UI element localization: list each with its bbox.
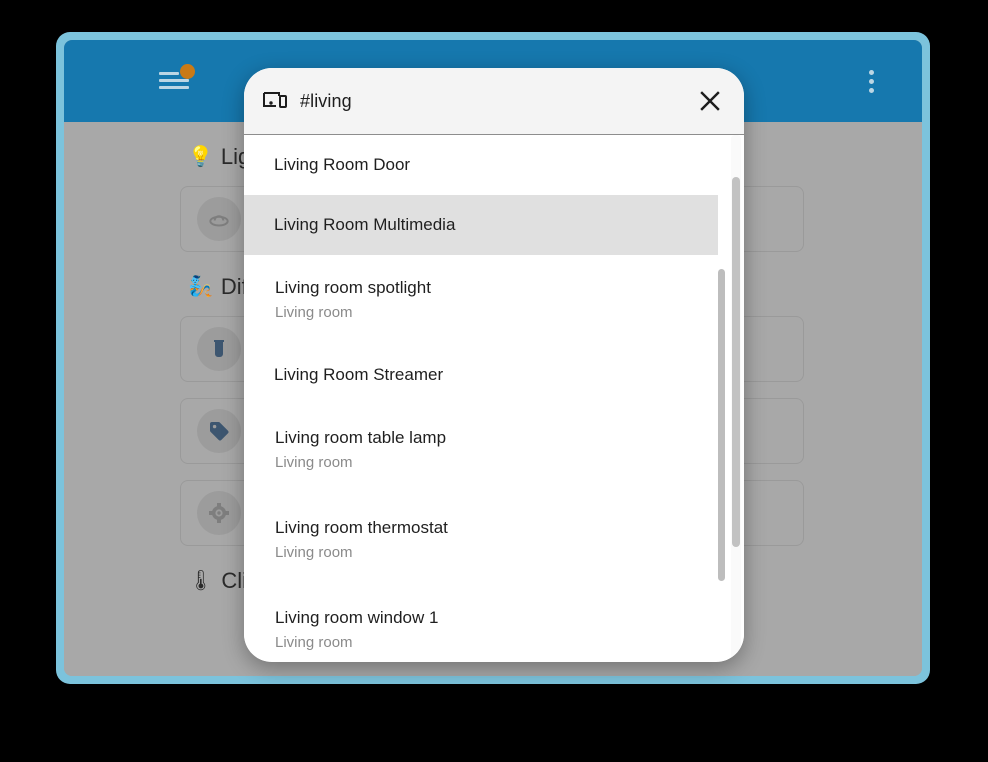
genie-icon: 🧞 (188, 276, 213, 298)
list-item[interactable]: Living room spotlight Living room (244, 255, 718, 345)
tag-icon (210, 422, 229, 441)
list-item[interactable]: Living Room Multimedia (244, 195, 718, 255)
list-item-primary: Living Room Multimedia (274, 215, 456, 235)
close-button[interactable] (690, 81, 730, 121)
more-vertical-icon-dot (868, 78, 874, 84)
more-vertical-icon-dot (868, 87, 874, 93)
card-icon-chip (197, 197, 241, 241)
card-icon-chip (197, 491, 241, 535)
list-item-secondary: Living room (275, 634, 353, 652)
list-item-primary: Living Room Door (274, 155, 411, 175)
lightbulb-icon: 💡 (188, 146, 213, 168)
ceiling-light-icon (209, 215, 229, 227)
list-item[interactable]: Living room table lamp Living room (244, 405, 718, 495)
list-scrollbar-thumb[interactable] (718, 269, 725, 581)
hamburger-menu-button[interactable] (146, 40, 206, 122)
card-icon-chip (197, 327, 241, 371)
notification-badge-dot (180, 64, 195, 79)
list-item-secondary: Living room (275, 304, 353, 322)
entity-list[interactable]: Living Room Door Living Room Multimedia … (244, 135, 744, 661)
list-item-secondary: Living room (275, 544, 353, 562)
list-item-primary: Living room window 1 (275, 608, 439, 627)
screen: 💡 Lights 🧞 Different (0, 0, 988, 762)
list-item[interactable]: Living room window 1 Living room (244, 585, 718, 661)
target-icon (209, 503, 229, 523)
list-item-secondary: Living room (275, 454, 353, 472)
list-item[interactable]: Living room thermostat Living room (244, 495, 718, 585)
list-item-primary: Living room table lamp (275, 428, 447, 447)
thermometer-icon: 🌡 (188, 570, 214, 592)
list-item-primary: Living room spotlight (275, 278, 431, 297)
dialog-scrollbar-thumb[interactable] (732, 177, 740, 547)
dialog-header: #living (244, 68, 744, 135)
card-icon-chip (197, 409, 241, 453)
list-item-primary: Living Room Streamer (274, 365, 444, 385)
close-icon (700, 91, 720, 111)
list-item-primary: Living room thermostat (275, 518, 448, 537)
more-vertical-icon-dot (868, 69, 874, 75)
devices-icon (263, 92, 287, 108)
overflow-menu-button[interactable] (856, 40, 886, 122)
dialog-title: #living (300, 90, 352, 111)
hamburger-menu-icon (159, 64, 195, 92)
beaker-icon (214, 340, 224, 357)
list-item[interactable]: Living Room Streamer (244, 345, 718, 405)
dialog-scrollbar-track[interactable] (731, 135, 741, 661)
entity-picker-dialog: #living Living Room Door Living Room Mul… (244, 68, 744, 662)
list-item[interactable]: Living Room Door (244, 135, 718, 195)
